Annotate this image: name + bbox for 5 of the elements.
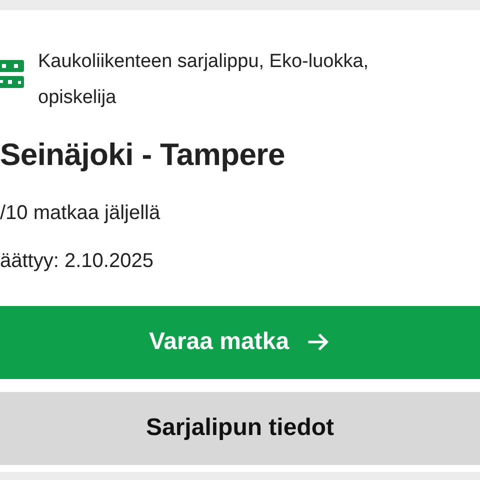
details-button[interactable]: Sarjalipun tiedot xyxy=(0,392,480,464)
expiry-date: äättyy: 2.10.2025 xyxy=(0,248,154,272)
ticket-type: Kaukoliikenteen sarjalippu, Eko-luokka, opiskelija xyxy=(38,50,370,110)
route-title: Seinäjoki - Tampere xyxy=(0,136,286,174)
trips-remaining: /10 matkaa jäljellä xyxy=(0,200,162,224)
